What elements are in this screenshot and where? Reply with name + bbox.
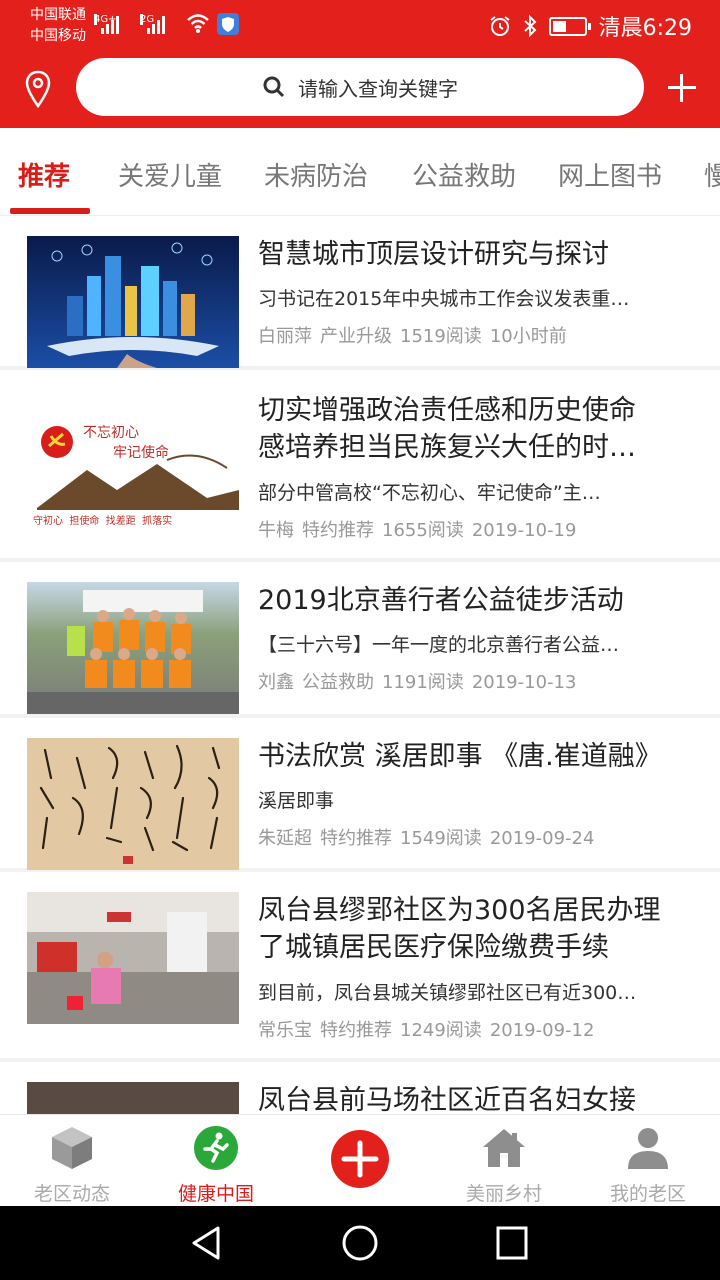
user-icon	[628, 1128, 668, 1169]
article-title[interactable]: 凤台县缪郢社区为300名居民办理 了城镇居民医疗保险缴费手续	[258, 892, 698, 966]
add-icon	[331, 1130, 389, 1188]
add-button[interactable]	[666, 72, 698, 104]
recent-apps-icon[interactable]	[495, 1224, 529, 1262]
back-icon[interactable]	[188, 1224, 224, 1262]
article-author: 刘鑫	[258, 672, 294, 693]
article-reads: 1191阅读	[382, 672, 464, 693]
shield-icon	[217, 13, 239, 35]
article-meta: 常乐宝 特约推荐 1249阅读 2019-09-12	[258, 1016, 602, 1042]
list-item[interactable]: 凤台县前马场社区近百名妇女接	[0, 1062, 720, 1114]
runner-icon	[194, 1126, 238, 1170]
article-thumbnail	[27, 892, 239, 1024]
article-title[interactable]: 2019北京善行者公益徒步活动	[258, 582, 698, 619]
article-title[interactable]: 凤台县前马场社区近百名妇女接	[258, 1082, 698, 1114]
carrier-1: 中国联通	[30, 7, 86, 23]
article-category: 特约推荐	[302, 520, 374, 541]
tab-recommend[interactable]: 推荐	[18, 156, 70, 193]
article-author: 牛梅	[258, 520, 294, 541]
article-date: 10小时前	[489, 326, 567, 347]
list-item[interactable]: 不忘初心 牢记使命 守初心 担使命 找差距 抓落实 切实增强政治责任感和历史使命…	[0, 370, 720, 558]
article-summary: 到目前，凤台县城关镇缪郢社区已有近300…	[258, 982, 637, 1004]
news-feed[interactable]: 智慧城市顶层设计研究与探讨 习书记在2015年中央城市工作会议发表重… 白丽萍产…	[0, 216, 720, 1114]
list-item[interactable]: 智慧城市顶层设计研究与探讨 习书记在2015年中央城市工作会议发表重… 白丽萍产…	[0, 216, 720, 368]
category-tabs: 推荐 关爱儿童 未病防治 公益救助 网上图书 慢	[0, 128, 720, 216]
thumb-slogan-1: 不忘初心	[83, 425, 139, 441]
article-date: 2019-09-12	[489, 1020, 595, 1041]
article-title[interactable]: 智慧城市顶层设计研究与探讨	[258, 236, 698, 273]
article-summary: 溪居即事	[258, 790, 335, 812]
tabbar-label: 健康中国	[177, 1183, 254, 1205]
bluetooth-icon	[523, 15, 537, 37]
cube-icon	[52, 1127, 92, 1169]
article-category: 产业升级	[320, 326, 392, 347]
house-icon	[483, 1129, 525, 1167]
article-date: 2019-10-19	[471, 520, 577, 541]
article-meta: 牛梅 特约推荐 1655阅读 2019-10-19	[258, 516, 584, 542]
article-author: 白丽萍	[258, 326, 312, 347]
bottom-tab-bar: 老区动态 健康中国 美丽乡村 我的老区	[0, 1114, 720, 1206]
tabbar-item-profile[interactable]: 我的老区	[576, 1115, 720, 1207]
article-date: 2019-10-13	[471, 672, 577, 693]
tab-online-books[interactable]: 网上图书	[558, 156, 662, 193]
thumb-bottom-text: 守初心 担使命 找差距 抓落实	[33, 516, 173, 527]
tabbar-item-health[interactable]: 健康中国	[144, 1115, 288, 1207]
carrier-2: 中国移动	[30, 28, 86, 44]
status-bar: 中国联通 中国移动 4G+ 2G 清晨6:29	[0, 0, 720, 52]
system-nav-bar	[0, 1206, 720, 1280]
search-icon	[263, 76, 285, 98]
article-summary: 部分中管高校“不忘初心、牢记使命”主…	[258, 482, 601, 504]
list-item[interactable]: 凤台县缪郢社区为300名居民办理 了城镇居民医疗保险缴费手续 到目前，凤台县城关镇…	[0, 872, 720, 1058]
article-author: 常乐宝	[258, 1020, 312, 1041]
list-item[interactable]: 书法欣赏 溪居即事 《唐.崔道融》 溪居即事 朱延超 特约推荐 1549阅读 2019…	[0, 718, 720, 870]
article-meta: 白丽萍 产业升级 1519阅读 10小时前	[258, 322, 575, 348]
clock-time: 清晨6:29	[598, 16, 692, 41]
search-placeholder: 请输入查询关键字	[298, 76, 458, 101]
article-title[interactable]: 切实增强政治责任感和历史使命 感培养担当民族复兴大任的时…	[258, 392, 698, 466]
thumb-slogan-2: 牢记使命	[113, 445, 169, 461]
tabbar-item-news[interactable]: 老区动态	[0, 1115, 144, 1207]
signal-2g-icon: 2G	[140, 14, 165, 34]
article-title[interactable]: 书法欣赏 溪居即事 《唐.崔道融》	[258, 738, 698, 775]
article-reads: 1655阅读	[382, 520, 464, 541]
tab-charity[interactable]: 公益救助	[412, 156, 516, 193]
article-thumbnail	[27, 236, 239, 368]
search-input[interactable]: 请输入查询关键字	[76, 58, 644, 116]
home-icon[interactable]	[341, 1224, 379, 1262]
signal-4g-icon: 4G+	[94, 14, 119, 34]
article-category: 特约推荐	[320, 1020, 392, 1041]
article-category: 公益救助	[302, 672, 374, 693]
article-reads: 1549阅读	[400, 828, 482, 849]
active-tab-indicator	[10, 208, 90, 214]
tab-prevention[interactable]: 未病防治	[264, 156, 368, 193]
article-thumbnail	[27, 582, 239, 714]
tabbar-label: 美丽乡村	[465, 1183, 542, 1205]
article-reads: 1519阅读	[400, 326, 482, 347]
top-header: 请输入查询关键字	[0, 52, 720, 128]
article-summary: 【三十六号】一年一度的北京善行者公益…	[258, 634, 620, 656]
tabbar-item-village[interactable]: 美丽乡村	[432, 1115, 576, 1207]
wifi-icon	[187, 14, 209, 33]
article-reads: 1249阅读	[400, 1020, 482, 1041]
article-meta: 刘鑫 公益救助 1191阅读 2019-10-13	[258, 668, 584, 694]
article-date: 2019-09-24	[489, 828, 595, 849]
alarm-icon	[489, 16, 510, 36]
battery-icon	[548, 16, 591, 36]
article-author: 朱延超	[258, 828, 312, 849]
article-thumbnail: 不忘初心 牢记使命 守初心 担使命 找差距 抓落实	[27, 398, 239, 530]
tabbar-label: 我的老区	[609, 1183, 686, 1205]
tab-more[interactable]: 慢	[704, 156, 720, 193]
article-category: 特约推荐	[320, 828, 392, 849]
article-meta: 朱延超 特约推荐 1549阅读 2019-09-24	[258, 824, 602, 850]
article-thumbnail	[27, 1082, 239, 1114]
tab-child-care[interactable]: 关爱儿童	[118, 156, 222, 193]
tabbar-item-add[interactable]	[288, 1115, 432, 1207]
location-icon[interactable]	[24, 70, 52, 110]
article-summary: 习书记在2015年中央城市工作会议发表重…	[258, 288, 630, 310]
list-item[interactable]: 2019北京善行者公益徒步活动 【三十六号】一年一度的北京善行者公益… 刘鑫 公益…	[0, 562, 720, 714]
tabbar-label: 老区动态	[33, 1183, 110, 1205]
article-thumbnail	[27, 738, 239, 870]
